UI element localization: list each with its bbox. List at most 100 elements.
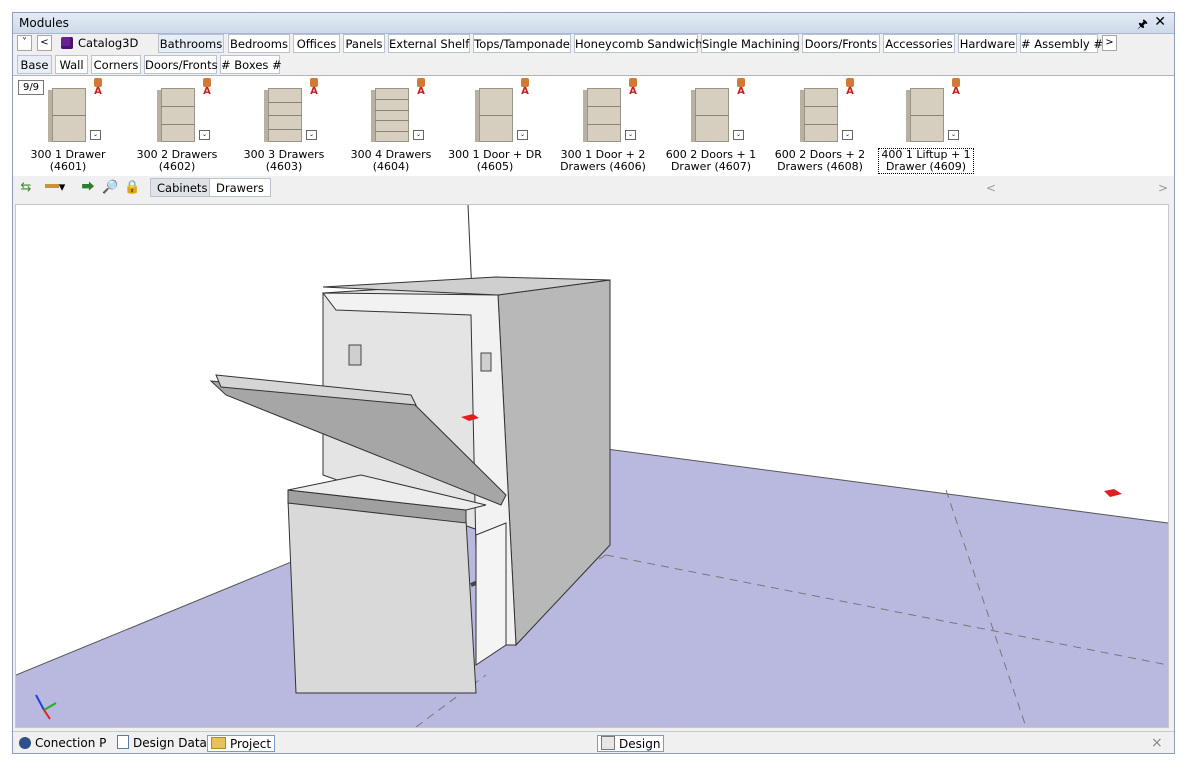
tab-scroll-left-button[interactable]: < xyxy=(37,35,52,51)
view-toolbar: ⇆ ▾ ⮕ 🔎 🔒 Cabinets Drawers < > xyxy=(13,176,1174,200)
info-tag-icon[interactable]: A xyxy=(201,78,212,98)
tab-assembly[interactable]: # Assembly # xyxy=(1020,34,1103,53)
tab-bathrooms[interactable]: Bathrooms xyxy=(158,34,224,53)
module-thumbnail[interactable]: A ⌄ 300 1 Drawer (4601) xyxy=(18,78,118,174)
panel-close-icon[interactable]: × xyxy=(1151,735,1163,752)
project-tab[interactable]: Project xyxy=(207,735,276,752)
tab-hardware[interactable]: Hardware xyxy=(958,34,1017,53)
module-gallery: 9/9 A ⌄ 300 1 Drawer (4601) A ⌄ 300 2 Dr… xyxy=(13,75,1174,177)
module-thumbnail[interactable]: A ⌄ 600 2 Doors + 1 Drawer (4607) xyxy=(661,78,761,174)
module-thumbnail[interactable]: A ⌄ 300 3 Drawers (4603) xyxy=(231,78,337,174)
tab-list-dropdown-button[interactable]: ˅ xyxy=(17,35,32,51)
design-data-label: Design Data xyxy=(133,736,207,750)
status-bar: Conection P Design Data Project Design × xyxy=(13,731,1174,753)
project-label: Project xyxy=(230,737,272,751)
window-title: Modules xyxy=(19,16,69,30)
cabinet-thumbnail-image xyxy=(155,82,199,142)
3d-scene xyxy=(16,205,1168,727)
tab-panels[interactable]: Panels xyxy=(343,34,385,53)
info-tag-icon[interactable]: A xyxy=(519,78,530,98)
module-thumbnail[interactable]: A ⌄ 600 2 Doors + 2 Drawers (4608) xyxy=(770,78,870,174)
expand-icon[interactable]: ⌄ xyxy=(517,130,528,140)
sub-tab-row: Base Wall Corners Doors/Fronts # Boxes # xyxy=(13,55,1174,74)
tab-tops-tamponade[interactable]: Tops/Tamponade xyxy=(473,34,571,53)
module-thumbnail[interactable]: A ⌄ 300 2 Drawers (4602) xyxy=(123,78,231,174)
tab-cabinets[interactable]: Cabinets xyxy=(150,178,215,197)
design-data-tab[interactable]: Design Data xyxy=(117,735,207,752)
cabinet-thumbnail-image xyxy=(689,82,733,142)
scroll-right-icon[interactable]: > xyxy=(1158,181,1168,195)
module-label: 300 1 Door + 2 Drawers (4606) xyxy=(560,148,646,173)
info-tag-icon[interactable]: A xyxy=(627,78,638,98)
module-label: 300 1 Door + DR (4605) xyxy=(448,148,542,173)
scroll-left-icon[interactable]: < xyxy=(986,181,996,195)
lock-icon[interactable]: 🔒 xyxy=(124,180,140,196)
expand-icon[interactable]: ⌄ xyxy=(948,130,959,140)
binoculars-icon[interactable]: 🔎 xyxy=(102,180,118,196)
tab-doors-fronts[interactable]: Doors/Fronts xyxy=(802,34,880,53)
pin-icon[interactable]: 🖈 xyxy=(1137,15,1148,36)
tab-bedrooms[interactable]: Bedrooms xyxy=(228,34,290,53)
subtab-base[interactable]: Base xyxy=(17,55,52,74)
measure-dropdown-icon[interactable]: ▾ xyxy=(43,180,67,196)
tab-honeycomb-sandwich[interactable]: Honeycomb Sandwich xyxy=(574,34,703,53)
tab-label: Catalog3D xyxy=(78,36,139,50)
subtab-boxes[interactable]: # Boxes # xyxy=(220,55,282,74)
tab-external-shelf[interactable]: External Shelf xyxy=(388,34,470,53)
info-tag-icon[interactable]: A xyxy=(415,78,426,98)
info-tag-icon[interactable]: A xyxy=(950,78,961,98)
cabinet-thumbnail-image xyxy=(798,82,842,142)
design-tab[interactable]: Design xyxy=(597,735,665,752)
folder-icon xyxy=(211,737,226,749)
modules-window: Modules 🖈 ✕ ˅ < Catalog3D Bathrooms Bedr… xyxy=(12,12,1175,754)
tree-navigate-icon[interactable]: ⇆ xyxy=(18,180,34,196)
info-tag-icon[interactable]: A xyxy=(308,78,319,98)
module-label: 600 2 Doors + 2 Drawers (4608) xyxy=(774,148,866,173)
catalog-tab-row: ˅ < Catalog3D Bathrooms Bedrooms Offices… xyxy=(13,34,1174,54)
subtab-corners[interactable]: Corners xyxy=(91,55,141,74)
expand-icon[interactable]: ⌄ xyxy=(733,130,744,140)
tab-catalog3d[interactable]: Catalog3D xyxy=(57,34,155,53)
module-thumbnail[interactable]: A ⌄ 300 1 Door + 2 Drawers (4606) xyxy=(553,78,653,174)
expand-icon[interactable]: ⌄ xyxy=(413,130,424,140)
window-titlebar: Modules 🖈 ✕ xyxy=(13,13,1174,34)
module-label: 300 4 Drawers (4604) xyxy=(350,148,432,173)
red-marker xyxy=(1104,489,1122,497)
cabinet-thumbnail-image xyxy=(473,82,517,142)
design-icon xyxy=(601,736,615,750)
subtab-doors-fronts[interactable]: Doors/Fronts xyxy=(144,55,218,74)
import-icon[interactable]: ⮕ xyxy=(80,180,96,196)
expand-icon[interactable]: ⌄ xyxy=(306,130,317,140)
module-label: 300 2 Drawers (4602) xyxy=(136,148,218,173)
tab-drawers[interactable]: Drawers xyxy=(209,178,271,197)
expand-icon[interactable]: ⌄ xyxy=(842,130,853,140)
module-thumbnail[interactable]: A ⌄ 300 4 Drawers (4604) xyxy=(338,78,444,174)
info-tag-icon[interactable]: A xyxy=(844,78,855,98)
connection-icon xyxy=(19,737,31,749)
connection-tab[interactable]: Conection P xyxy=(19,735,106,752)
connection-label: Conection P xyxy=(35,736,107,750)
design-label: Design xyxy=(619,737,661,751)
expand-icon[interactable]: ⌄ xyxy=(625,130,636,140)
info-tag-icon[interactable]: A xyxy=(735,78,746,98)
module-thumbnail[interactable]: A ⌄ 300 1 Door + DR (4605) xyxy=(445,78,545,174)
expand-icon[interactable]: ⌄ xyxy=(90,130,101,140)
module-label: 300 3 Drawers (4603) xyxy=(243,148,325,173)
cabinet-thumbnail-image xyxy=(46,82,90,142)
module-label: 600 2 Doors + 1 Drawer (4607) xyxy=(665,148,757,173)
tab-single-machining[interactable]: Single Machining xyxy=(701,34,800,53)
tab-scroll-right-button[interactable]: > xyxy=(1102,35,1117,51)
info-tag-icon[interactable]: A xyxy=(92,78,103,98)
expand-icon[interactable]: ⌄ xyxy=(199,130,210,140)
cabinet-thumbnail-image xyxy=(262,82,306,142)
catalog3d-cube-icon xyxy=(61,37,73,49)
subtab-wall[interactable]: Wall xyxy=(55,55,88,74)
module-thumbnail[interactable]: A ⌄ 400 1 Liftup + 1 Drawer (4609) xyxy=(878,78,974,174)
tab-offices[interactable]: Offices xyxy=(293,34,340,53)
cabinet-thumbnail-image xyxy=(904,82,948,142)
3d-viewport[interactable] xyxy=(15,204,1169,728)
close-icon[interactable]: ✕ xyxy=(1154,14,1166,30)
tab-accessories[interactable]: Accessories xyxy=(883,34,955,53)
module-label: 300 1 Drawer (4601) xyxy=(30,148,106,173)
document-icon xyxy=(117,735,129,749)
